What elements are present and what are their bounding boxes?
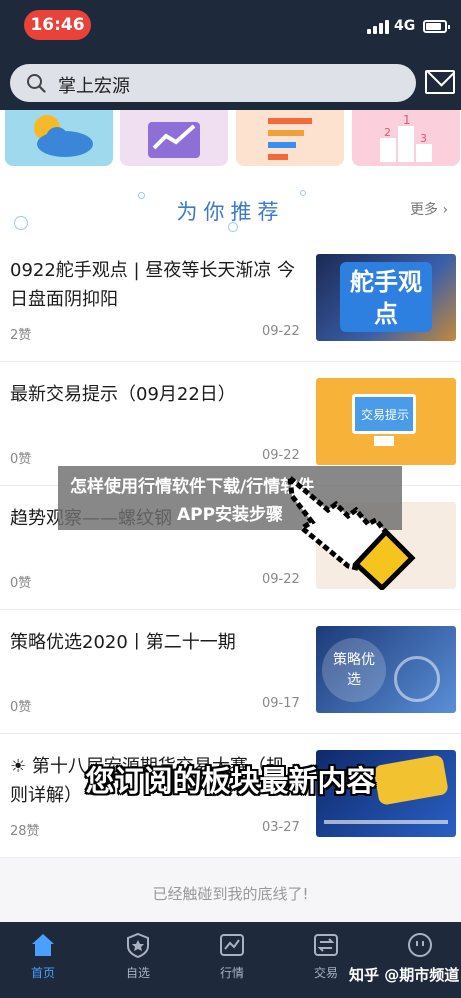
feed-item-date: 09-22: [262, 324, 300, 339]
feed-item[interactable]: 0922舵手观点 | 昼夜等长天渐凉 今日盘面阴抑阳 2赞 09-22 舵手观点: [0, 238, 461, 362]
more-link[interactable]: 更多 ›: [410, 199, 448, 219]
bottom-tab-bar: 首页 自选 行情 交易 我的 知乎 @期市频道: [0, 922, 461, 998]
feed-item-title: 0922舵手观点 | 昼夜等长天渐凉 今日盘面阴抑阳: [10, 260, 296, 310]
recommend-header: 为你推荐 更多 ›: [0, 172, 461, 238]
category-row: 1 2 3: [0, 110, 461, 172]
bars-category[interactable]: [236, 110, 344, 166]
home-icon: [32, 934, 54, 956]
chevron-right-icon: ›: [442, 202, 449, 218]
end-of-list: 已经触碰到我的底线了!: [0, 858, 461, 922]
smile-icon: [408, 933, 432, 957]
tab-favorites[interactable]: 自选: [103, 932, 173, 981]
mail-icon[interactable]: [425, 70, 455, 94]
thumbnail-label: 舵手观点: [340, 262, 432, 332]
tab-home[interactable]: 首页: [8, 932, 78, 981]
video-caption: 您订阅的板块最新内容: [85, 764, 376, 798]
feed-item-title: 最新交易提示（09月22日）: [10, 384, 236, 405]
feed-item-date: 09-22: [262, 448, 300, 463]
more-label: 更多: [410, 202, 438, 218]
search-placeholder: 掌上宏源: [58, 76, 130, 97]
trend-category[interactable]: [120, 110, 228, 166]
feed-item-likes: 0赞: [10, 700, 32, 715]
recommend-title: 为你推荐: [176, 200, 285, 224]
weather-icon: [34, 115, 93, 157]
feed-item-likes: 2赞: [10, 328, 32, 343]
battery-icon: [423, 20, 450, 33]
feed-item-date: 03-27: [262, 820, 300, 835]
bar-list-icon: [268, 118, 312, 160]
network-label: 4G: [394, 18, 416, 34]
exchange-icon: [314, 934, 338, 956]
feed-item-date: 09-17: [262, 696, 300, 711]
trend-up-icon: [148, 122, 200, 158]
star-shield-icon: [127, 932, 149, 958]
chart-icon: [220, 934, 244, 956]
end-of-list-text: 已经触碰到我的底线了!: [152, 885, 309, 903]
feed-item-likes: 0赞: [10, 576, 32, 591]
svg-text:1: 1: [403, 113, 411, 127]
svg-text:2: 2: [384, 126, 391, 139]
podium-icon: 1 2 3: [380, 113, 432, 162]
battery-level: [426, 23, 442, 30]
feed-item[interactable]: 策略优选2020丨第二十一期 0赞 09-17 策略优选: [0, 610, 461, 734]
status-time: 16:46: [24, 10, 91, 40]
watermark: 知乎 @期市频道: [349, 966, 460, 984]
svg-text:3: 3: [420, 132, 427, 145]
banner-line-1: 怎样使用行情软件下载/行情软件: [70, 477, 315, 497]
feed-item-likes: 0赞: [10, 452, 32, 467]
pointer-hand-icon: [286, 472, 416, 590]
tab-market[interactable]: 行情: [197, 932, 267, 981]
feed-item-thumbnail: 舵手观点: [316, 254, 456, 341]
feed-item-thumbnail: 策略优选: [316, 626, 456, 713]
search-input[interactable]: 掌上宏源: [10, 64, 416, 102]
status-bar: 16:46 4G: [0, 0, 461, 52]
feed-item-title: 策略优选2020丨第二十一期: [10, 632, 236, 653]
thumbnail-label-circle: 策略优选: [322, 638, 386, 702]
search-header: 掌上宏源: [0, 52, 461, 110]
weather-category[interactable]: [5, 110, 113, 166]
signal-icon: [367, 20, 389, 34]
feed-item-likes: 28赞: [10, 824, 40, 839]
thumbnail-label: 交易提示: [360, 408, 409, 422]
feed-item-thumbnail: 交易提示: [316, 378, 456, 465]
ranking-category[interactable]: 1 2 3: [352, 110, 460, 166]
search-icon: [27, 74, 46, 93]
